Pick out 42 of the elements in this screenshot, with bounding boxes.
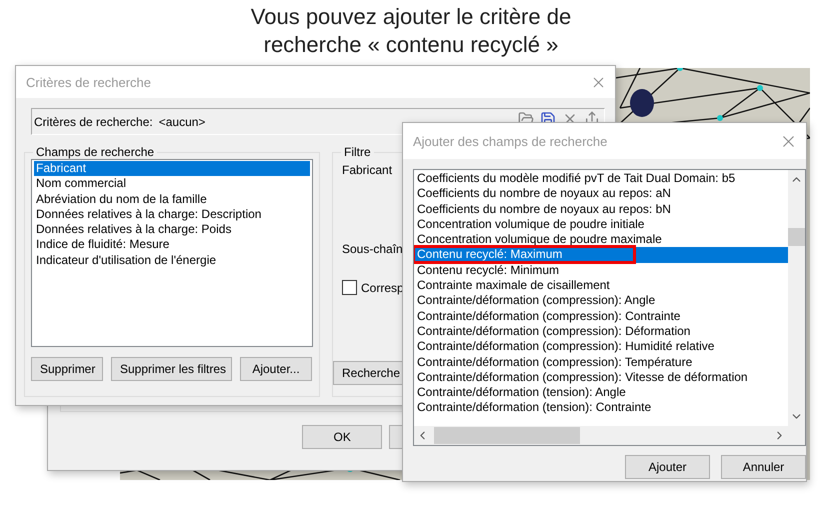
criteria-label: Critères de recherche: xyxy=(34,114,153,128)
criteria-value: <aucun> xyxy=(158,114,206,128)
list-item[interactable]: Nom commercial xyxy=(34,176,310,192)
list-item[interactable]: Concentration volumique de poudre maximale xyxy=(415,232,788,248)
list-item[interactable]: Indice de fluidité: Mesure xyxy=(34,237,310,253)
dialog-button[interactable]: Ajouter xyxy=(625,455,710,479)
horizontal-scrollbar[interactable] xyxy=(414,426,788,445)
window-title: Ajouter des champs de recherche xyxy=(413,134,608,148)
ok-button[interactable]: OK xyxy=(302,425,382,449)
checkbox[interactable] xyxy=(342,280,357,295)
list-item[interactable]: Contenu recyclé: Minimum xyxy=(415,262,788,278)
caption-text: Vous pouvez ajouter le critère de recherche « contenu recyclé » xyxy=(250,3,572,59)
scrollbar-thumb[interactable] xyxy=(434,427,580,444)
group-title: Filtre xyxy=(343,145,372,159)
dialog-button[interactable]: Ajouter... xyxy=(240,357,312,381)
dialog-button[interactable]: Supprimer xyxy=(31,357,103,381)
list-item[interactable]: Contrainte/déformation (tension): Angle xyxy=(415,385,788,400)
list-item[interactable]: Contrainte/déformation (compression): Contrainte xyxy=(415,308,788,324)
list-item[interactable]: Contrainte/déformation (compression): Déformation xyxy=(415,324,788,340)
list-item[interactable]: Données relatives à la charge: Description xyxy=(34,206,310,222)
list-item[interactable]: Fabricant xyxy=(34,161,310,176)
group-title: Champs de recherche xyxy=(35,145,156,159)
list-item[interactable]: Données relatives à la charge: Poids xyxy=(34,222,310,238)
dialog-button[interactable]: Supprimer les filtres xyxy=(111,357,232,381)
field-label: Sous-chaîn xyxy=(342,242,403,256)
list-item[interactable]: Contrainte/déformation (compression): Humidité relative xyxy=(415,339,788,355)
list-item[interactable]: Contenu recyclé: Maximum xyxy=(415,247,788,263)
list-item[interactable]: Contrainte/déformation (tension): Contrainte xyxy=(415,400,788,416)
list-item[interactable]: Coefficients du modèle modifié pvT de Tait Dual Domain: b5 xyxy=(415,171,788,186)
dialog-button[interactable]: Annuler xyxy=(721,455,806,479)
vertical-scrollbar[interactable] xyxy=(788,170,805,426)
list-item[interactable]: Contrainte maximale de cisaillement xyxy=(415,278,788,294)
scrollbar-thumb[interactable] xyxy=(788,228,805,246)
checkbox-label: Corresp xyxy=(361,280,404,294)
list-item[interactable]: Indicateur d'utilisation de l'énergie xyxy=(34,252,310,268)
list-item[interactable]: Concentration volumique de poudre initiale xyxy=(415,216,788,232)
window-title: Critères de recherche xyxy=(26,74,152,90)
list-item[interactable]: Contrainte/déformation (compression): Angle xyxy=(415,293,788,309)
list-item[interactable]: Abréviation du nom de la famille xyxy=(34,192,310,207)
list-item[interactable]: Coefficients du nombre de noyaux au repos: bN xyxy=(415,202,788,217)
list-item[interactable]: Coefficients du nombre de noyaux au repos: aN xyxy=(415,186,788,202)
field-label: Fabricant xyxy=(342,163,392,177)
